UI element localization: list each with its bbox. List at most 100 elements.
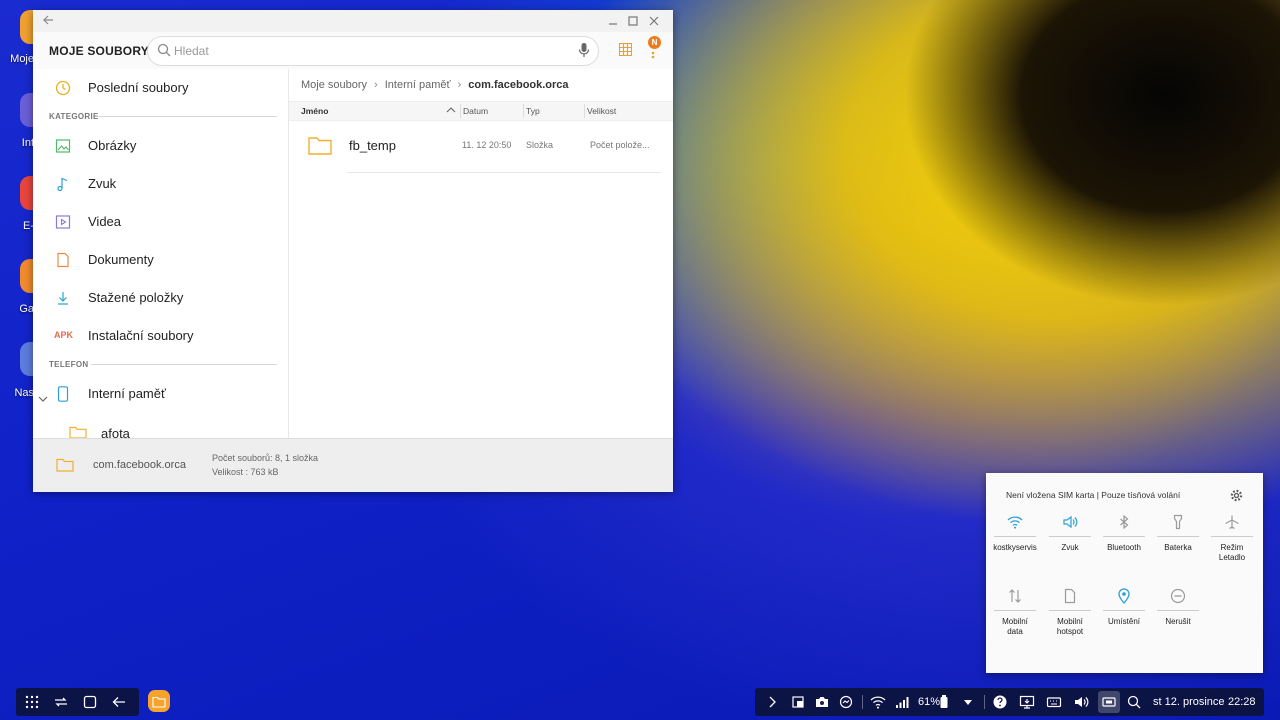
tile-label: Bluetooth — [1107, 543, 1141, 552]
quick-tile-airplane[interactable]: Režim Letadlo — [1205, 506, 1259, 566]
chevron-down-icon[interactable] — [38, 390, 48, 408]
file-date: 11. 12 20:50 — [462, 140, 512, 150]
column-divider — [460, 104, 461, 118]
sidebar-item-videos[interactable]: Videa — [33, 206, 288, 238]
minimize-icon[interactable] — [608, 14, 618, 29]
music-icon — [55, 176, 71, 192]
clock-time: 22:28 — [1228, 696, 1256, 708]
column-date[interactable]: Datum — [463, 106, 488, 116]
folder-icon — [152, 695, 166, 713]
microphone-icon[interactable] — [578, 42, 590, 63]
my-files-window: MOJE SOUBORY Hledat N Poslední soubory K… — [33, 10, 673, 492]
sidebar-item-label: Obrázky — [88, 138, 137, 153]
quick-settings-panel: Není vložena SIM karta | Pouze tísňová v… — [986, 473, 1263, 673]
tile-label: Mobilní hotspot — [1056, 617, 1084, 636]
sidebar-item-afota[interactable]: afota — [33, 416, 288, 438]
speaker-icon — [1062, 514, 1078, 530]
do-not-disturb-icon — [1170, 588, 1186, 604]
breadcrumb-item[interactable]: Interní paměť — [385, 79, 451, 91]
sidebar-item-label: Videa — [88, 214, 122, 229]
table-row[interactable]: fb_temp 11. 12 20:50 Složka Počet polože… — [289, 121, 673, 173]
search-placeholder: Hledat — [174, 44, 209, 58]
tile-label: Režim Letadlo — [1218, 543, 1246, 562]
tile-label: Umístění — [1107, 617, 1140, 626]
column-type[interactable]: Typ — [526, 106, 540, 116]
chevron-right-icon[interactable] — [764, 694, 780, 710]
chevron-right-icon: › — [457, 79, 462, 91]
sidebar-item-downloads[interactable]: Stažené položky — [33, 282, 288, 314]
clock-icon — [55, 80, 71, 96]
app-drawer-icon[interactable] — [24, 694, 40, 710]
tile-indicator — [1103, 536, 1145, 537]
folder-icon — [56, 457, 74, 478]
screenshot-icon[interactable] — [790, 694, 806, 710]
section-header-categories: KATEGORIE — [49, 112, 99, 121]
desktop-icon-label: Ga — [19, 303, 34, 315]
display-icon[interactable] — [1019, 694, 1035, 710]
recent-apps-icon[interactable] — [53, 694, 69, 710]
sort-ascending-icon[interactable] — [446, 106, 456, 116]
folder-icon — [69, 424, 87, 438]
sidebar-item-label: Instalační soubory — [88, 328, 194, 343]
back-arrow-icon[interactable] — [42, 14, 54, 29]
camera-icon[interactable] — [814, 694, 830, 710]
sidebar-item-label: Interní paměť — [88, 386, 166, 401]
quick-tile-mobile-data[interactable]: Mobilní data — [988, 580, 1042, 640]
quick-tile-location[interactable]: Umístění — [1097, 580, 1151, 640]
tile-label: kostkyservis — [993, 543, 1037, 552]
folder-icon — [308, 135, 332, 160]
app-bar: MOJE SOUBORY Hledat N — [33, 32, 673, 69]
sidebar-item-recent[interactable]: Poslední soubory — [33, 72, 288, 104]
breadcrumb-item[interactable]: Moje soubory — [301, 79, 367, 91]
tile-indicator — [1103, 610, 1145, 611]
maximize-icon[interactable] — [628, 15, 638, 29]
sidebar-item-installation-files[interactable]: APK Instalační soubory — [33, 320, 288, 352]
sidebar-item-internal-storage[interactable]: Interní paměť — [33, 378, 288, 410]
quick-tile-bluetooth[interactable]: Bluetooth — [1097, 506, 1151, 566]
file-count: Počet souborů: 8, 1 složka — [212, 453, 319, 463]
column-name[interactable]: Jméno — [301, 106, 328, 116]
column-divider — [584, 104, 585, 118]
back-icon[interactable] — [111, 694, 127, 710]
location-pin-icon — [1116, 588, 1132, 604]
current-folder-name: com.facebook.orca — [93, 459, 186, 471]
quick-settings-icon[interactable] — [1098, 691, 1120, 713]
tile-indicator — [1157, 610, 1199, 611]
keyboard-icon[interactable] — [1046, 694, 1062, 710]
sidebar-item-audio[interactable]: Zvuk — [33, 168, 288, 200]
close-icon[interactable] — [649, 15, 659, 29]
volume-icon[interactable] — [1073, 694, 1089, 710]
row-divider — [347, 172, 661, 173]
quick-tile-flashlight[interactable]: Baterka — [1151, 506, 1205, 566]
wifi-icon[interactable] — [870, 694, 886, 710]
taskbar-app-my-files[interactable] — [148, 688, 170, 714]
quick-tile-wifi[interactable]: kostkyservis — [988, 506, 1042, 566]
sidebar-item-label: Poslední soubory — [88, 80, 189, 95]
grid-view-icon[interactable] — [618, 42, 633, 61]
gear-icon[interactable] — [1230, 489, 1243, 507]
quick-tile-hotspot[interactable]: Mobilní hotspot — [1043, 580, 1097, 640]
window-titlebar[interactable] — [33, 10, 673, 32]
tile-indicator — [994, 536, 1036, 537]
quick-tile-sound[interactable]: Zvuk — [1043, 506, 1097, 566]
sidebar-item-documents[interactable]: Dokumenty — [33, 244, 288, 276]
chevron-right-icon: › — [374, 79, 378, 91]
caret-down-icon[interactable] — [960, 694, 976, 710]
search-icon[interactable] — [1126, 694, 1142, 710]
apk-icon: APK — [54, 330, 74, 340]
tile-indicator — [1157, 536, 1199, 537]
divider — [984, 695, 985, 709]
status-footer: com.facebook.orca Počet souborů: 8, 1 sl… — [33, 438, 673, 492]
sidebar-item-label: Stažené položky — [88, 290, 184, 305]
file-list-pane: Moje soubory › Interní paměť › com.facebook.… — [289, 69, 673, 438]
sidebar-item-images[interactable]: Obrázky — [33, 130, 288, 162]
battery-icon[interactable] — [939, 694, 949, 710]
quick-tile-do-not-disturb[interactable]: Nerušit — [1151, 580, 1205, 640]
taskbar-navigation — [16, 688, 139, 716]
home-icon[interactable] — [82, 694, 98, 710]
column-size[interactable]: Velikost — [587, 106, 616, 116]
messenger-icon[interactable] — [838, 694, 854, 710]
help-icon[interactable] — [992, 694, 1008, 710]
search-field[interactable]: Hledat — [147, 36, 599, 66]
signal-icon[interactable] — [894, 694, 910, 710]
